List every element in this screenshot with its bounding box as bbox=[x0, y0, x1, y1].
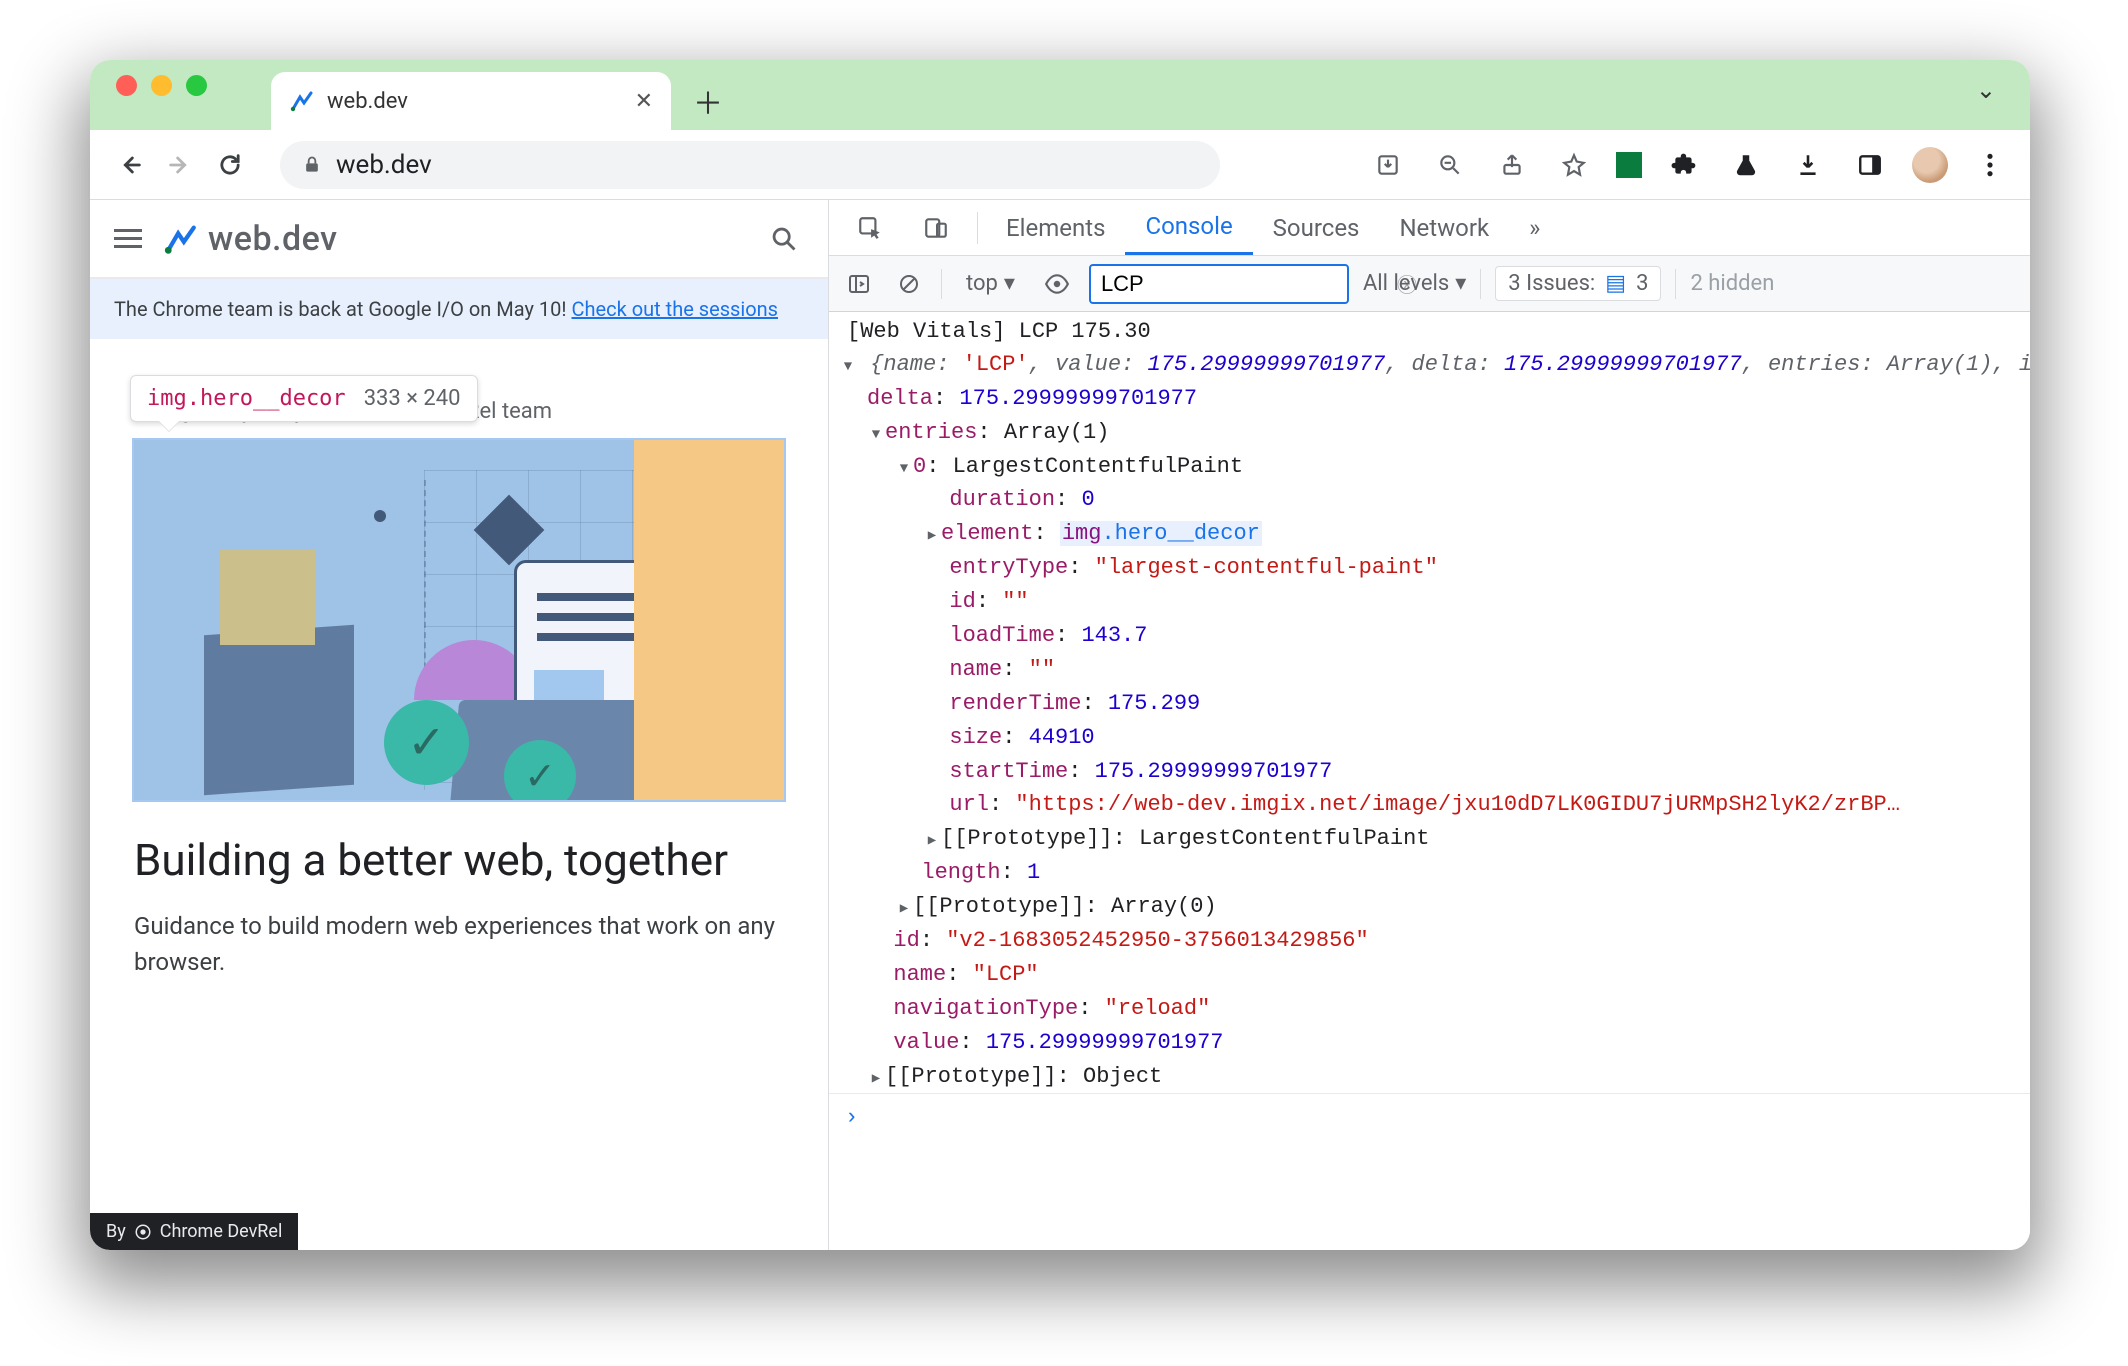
web-page: web.dev The Chrome team is back at Googl… bbox=[90, 200, 829, 1250]
issues-button[interactable]: 3 Issues: ▤ 3 bbox=[1495, 266, 1661, 301]
site-logo[interactable]: web.dev bbox=[164, 219, 338, 259]
log-levels-selector[interactable]: All levels ▾ bbox=[1363, 271, 1466, 296]
download-icon[interactable] bbox=[1788, 145, 1828, 185]
tab-elements[interactable]: Elements bbox=[986, 200, 1125, 255]
all-tabs-button[interactable]: ⌄ bbox=[1956, 76, 2016, 114]
profile-avatar[interactable] bbox=[1912, 147, 1948, 183]
new-tab-button[interactable]: ＋ bbox=[683, 76, 733, 126]
console-output[interactable]: [Web Vitals] LCP 175.30 vitals.js:208 {n… bbox=[829, 312, 2030, 1250]
context-selector[interactable]: top ▾ bbox=[956, 271, 1025, 296]
clear-console-icon[interactable] bbox=[891, 266, 927, 302]
bookmark-icon[interactable] bbox=[1554, 145, 1594, 185]
check-icon: ✓ bbox=[384, 700, 469, 785]
tooltip-dimensions: 333 × 240 bbox=[364, 386, 461, 411]
console-prompt[interactable]: › bbox=[829, 1093, 2030, 1142]
filter-input[interactable]: ⓧ bbox=[1089, 264, 1349, 304]
tab-strip: web.dev ✕ ＋ ⌄ bbox=[90, 60, 2030, 130]
labs-icon[interactable] bbox=[1726, 145, 1766, 185]
banner-text: The Chrome team is back at Google I/O on… bbox=[114, 297, 572, 321]
device-toggle-icon[interactable] bbox=[903, 200, 969, 255]
site-header: web.dev bbox=[90, 200, 828, 278]
inspect-icon[interactable] bbox=[837, 200, 903, 255]
tab-console[interactable]: Console bbox=[1125, 200, 1252, 255]
sidebar-toggle-icon[interactable] bbox=[841, 266, 877, 302]
install-icon[interactable] bbox=[1368, 145, 1408, 185]
favicon-icon bbox=[289, 88, 315, 114]
content-area: web.dev The Chrome team is back at Googl… bbox=[90, 200, 2030, 1250]
back-button[interactable] bbox=[110, 145, 150, 185]
page-subheadline: Guidance to build modern web experiences… bbox=[134, 908, 784, 980]
more-tabs-icon[interactable]: » bbox=[1509, 200, 1560, 255]
search-icon[interactable] bbox=[764, 219, 804, 259]
devtools-panel: Elements Console Sources Network » ⚠2 ▤3… bbox=[829, 200, 2030, 1250]
tooltip-selector: img.hero__decor bbox=[147, 386, 346, 411]
close-window-icon[interactable] bbox=[116, 75, 137, 96]
hidden-count: 2 hidden bbox=[1690, 271, 1774, 296]
tab-network[interactable]: Network bbox=[1379, 200, 1509, 255]
lock-icon bbox=[302, 155, 322, 175]
filter-text-field[interactable] bbox=[1101, 271, 1389, 297]
hero-image: ✓ ✓ bbox=[134, 440, 784, 800]
forward-button[interactable] bbox=[160, 145, 200, 185]
console-filter-bar: top ▾ ⓧ All levels ▾ 3 Issues: ▤ 3 2 hid… bbox=[829, 256, 2030, 312]
log-header: [Web Vitals] LCP 175.30 bbox=[847, 316, 2030, 348]
zoom-icon[interactable] bbox=[1430, 145, 1470, 185]
banner-link[interactable]: Check out the sessions bbox=[572, 297, 778, 321]
page-headline: Building a better web, together bbox=[134, 834, 784, 886]
window-controls bbox=[104, 75, 221, 116]
minimize-window-icon[interactable] bbox=[151, 75, 172, 96]
hamburger-icon[interactable] bbox=[114, 229, 142, 248]
reload-button[interactable] bbox=[210, 145, 250, 185]
extensions-icon[interactable] bbox=[1664, 145, 1704, 185]
browser-window: web.dev ✕ ＋ ⌄ web.dev bbox=[90, 60, 2030, 1250]
menu-icon[interactable] bbox=[1970, 145, 2010, 185]
fullscreen-window-icon[interactable] bbox=[186, 75, 207, 96]
extension-square-icon[interactable] bbox=[1616, 152, 1642, 178]
address-bar[interactable]: web.dev bbox=[280, 141, 1220, 189]
share-icon[interactable] bbox=[1492, 145, 1532, 185]
live-expression-icon[interactable] bbox=[1039, 266, 1075, 302]
element-reference[interactable]: img.hero__decor bbox=[1060, 521, 1262, 546]
announcement-banner: The Chrome team is back at Google I/O on… bbox=[90, 278, 828, 339]
element-tooltip: img.hero__decor 333 × 240 bbox=[130, 375, 478, 422]
close-tab-icon[interactable]: ✕ bbox=[635, 89, 653, 114]
browser-toolbar: web.dev bbox=[90, 130, 2030, 200]
tab-sources[interactable]: Sources bbox=[1253, 200, 1380, 255]
tab-title: web.dev bbox=[327, 89, 623, 114]
url-text: web.dev bbox=[336, 150, 432, 180]
browser-tab[interactable]: web.dev ✕ bbox=[271, 72, 671, 130]
site-name: web.dev bbox=[208, 219, 338, 259]
sidepanel-icon[interactable] bbox=[1850, 145, 1890, 185]
devrel-badge: By Chrome DevRel bbox=[90, 1213, 298, 1250]
devtools-tab-bar: Elements Console Sources Network » ⚠2 ▤3… bbox=[829, 200, 2030, 256]
